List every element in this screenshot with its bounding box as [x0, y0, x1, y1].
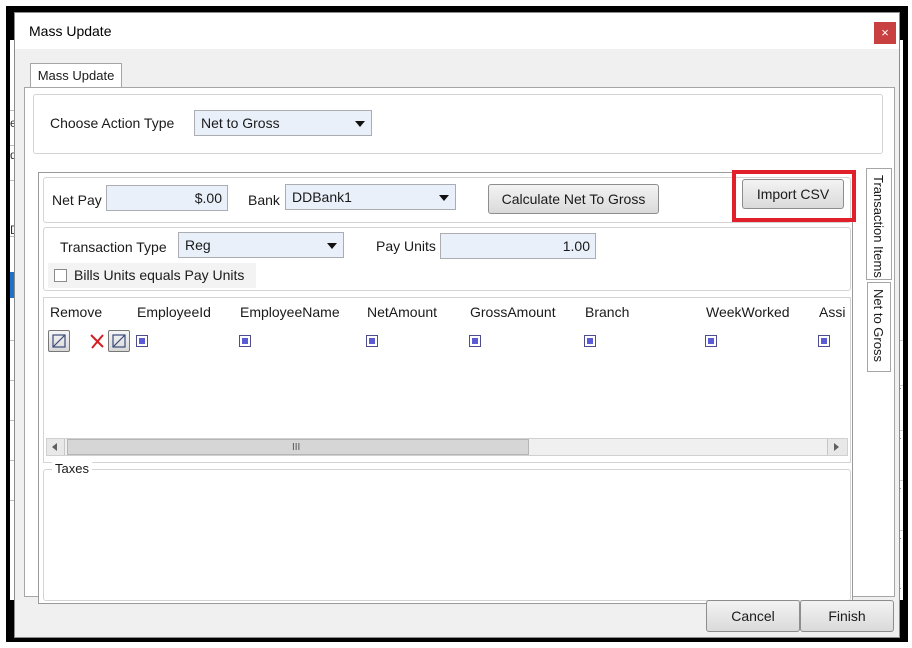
- pay-units-field[interactable]: 1.00: [440, 233, 596, 259]
- net-pay-field[interactable]: $.00: [106, 185, 228, 211]
- tab-label: Transaction Items: [871, 175, 886, 278]
- finish-button[interactable]: Finish: [800, 600, 894, 632]
- net-pay-label: Net Pay: [52, 192, 102, 208]
- taxes-group: Taxes: [43, 461, 851, 601]
- scroll-left-button[interactable]: [47, 439, 65, 455]
- tab-page: Choose Action Type Net to Gross Net Pay …: [24, 87, 895, 604]
- assignment-cell-button[interactable]: [818, 335, 830, 347]
- taxes-label: Taxes: [52, 461, 92, 476]
- action-type-dropdown[interactable]: Net to Gross: [194, 110, 372, 136]
- edit-row-button[interactable]: [108, 330, 130, 352]
- gross-amount-cell-button[interactable]: [469, 335, 481, 347]
- tab-mass-update[interactable]: Mass Update: [30, 63, 122, 89]
- grid-horizontal-scrollbar[interactable]: III: [46, 438, 848, 456]
- net-pay-group: Net Pay $.00 Bank DDBank1 Calculate Net …: [43, 177, 851, 223]
- net-amount-cell-button[interactable]: [366, 335, 378, 347]
- chevron-down-icon: [439, 195, 449, 201]
- employee-name-cell-button[interactable]: [239, 335, 251, 347]
- chevron-down-icon: [355, 121, 365, 127]
- bills-units-checkbox-row[interactable]: Bills Units equals Pay Units: [48, 263, 256, 288]
- bank-label: Bank: [248, 192, 280, 208]
- column-remove[interactable]: Remove: [44, 298, 132, 326]
- close-button[interactable]: ×: [874, 22, 896, 44]
- bills-units-label: Bills Units equals Pay Units: [74, 267, 245, 283]
- arrow-right-icon: [834, 443, 839, 451]
- branch-cell-button[interactable]: [584, 335, 596, 347]
- import-csv-button[interactable]: Import CSV: [742, 179, 844, 209]
- employee-id-cell-button[interactable]: [136, 335, 148, 347]
- employee-grid: Remove EmployeeId EmployeeName NetAmount…: [43, 297, 851, 463]
- edit-icon: [112, 334, 126, 348]
- tab-label: Mass Update: [37, 68, 115, 83]
- column-branch[interactable]: Branch: [579, 298, 701, 326]
- scrollbar-grip: III: [292, 442, 301, 453]
- calculate-net-to-gross-button[interactable]: Calculate Net To Gross: [488, 184, 659, 214]
- chevron-down-icon: [327, 243, 337, 249]
- net-to-gross-panel: Net Pay $.00 Bank DDBank1 Calculate Net …: [38, 170, 856, 604]
- column-employee-name[interactable]: EmployeeName: [234, 298, 362, 326]
- column-assignment[interactable]: Assi: [813, 298, 850, 326]
- transaction-group: Transaction Type Reg Pay Units 1.00 Bill…: [43, 227, 851, 291]
- column-net-amount[interactable]: NetAmount: [361, 298, 465, 326]
- transaction-type-dropdown[interactable]: Reg: [178, 232, 344, 258]
- bank-dropdown[interactable]: DDBank1: [285, 184, 456, 210]
- transaction-type-label: Transaction Type: [60, 239, 167, 255]
- action-type-group: Choose Action Type Net to Gross: [33, 94, 883, 154]
- window-title: Mass Update: [29, 23, 112, 39]
- bills-units-checkbox[interactable]: [54, 269, 67, 282]
- week-worked-cell-button[interactable]: [705, 335, 717, 347]
- close-icon: ×: [881, 25, 889, 40]
- tab-label: Net to Gross: [871, 289, 886, 362]
- cancel-button[interactable]: Cancel: [706, 600, 800, 632]
- column-week-worked[interactable]: WeekWorked: [700, 298, 814, 326]
- action-type-label: Choose Action Type: [50, 115, 175, 131]
- column-employee-id[interactable]: EmployeeId: [131, 298, 235, 326]
- edit-icon: [52, 334, 66, 348]
- tab-net-to-gross[interactable]: Net to Gross: [867, 282, 891, 372]
- pay-units-label: Pay Units: [376, 238, 436, 254]
- table-row: [44, 328, 850, 354]
- action-type-value: Net to Gross: [201, 115, 280, 131]
- edit-row-button[interactable]: [48, 330, 70, 352]
- bank-value: DDBank1: [292, 189, 352, 205]
- grid-header: Remove EmployeeId EmployeeName NetAmount…: [44, 298, 850, 326]
- mass-update-dialog: Mass Update × Mass Update Choose Action …: [14, 12, 900, 638]
- arrow-left-icon: [52, 443, 57, 451]
- delete-row-icon[interactable]: [88, 332, 106, 350]
- scrollbar-thumb[interactable]: III: [67, 439, 529, 455]
- column-gross-amount[interactable]: GrossAmount: [464, 298, 580, 326]
- title-bar[interactable]: Mass Update ×: [15, 13, 899, 49]
- transaction-type-value: Reg: [185, 237, 211, 253]
- tab-transaction-items[interactable]: Transaction Items: [866, 168, 892, 280]
- scroll-right-button[interactable]: [827, 439, 847, 455]
